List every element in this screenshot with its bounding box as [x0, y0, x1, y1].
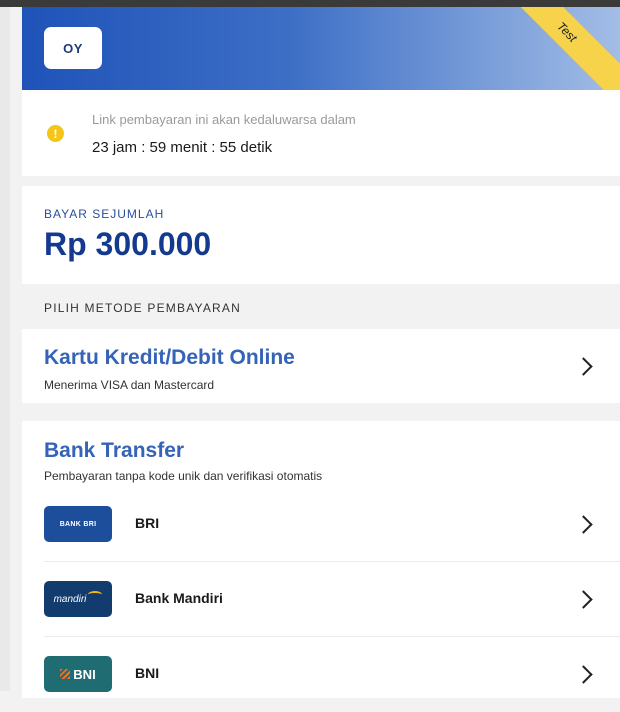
row-divider: [44, 636, 620, 637]
expiry-label: Link pembayaran ini akan kedaluwarsa dal…: [92, 112, 356, 127]
bri-logo: BANK BRI: [44, 506, 112, 542]
amount-value: Rp 300.000: [44, 226, 212, 262]
bank-name: Bank Mandiri: [135, 590, 223, 606]
expiry-countdown: 23 jam : 59 menit : 55 detik: [92, 139, 272, 156]
bank-option-bri[interactable]: BANK BRI BRI: [22, 488, 620, 562]
chevron-right-icon: [574, 590, 593, 609]
window-top-bar: [0, 0, 620, 7]
bri-logo-text: BANK BRI: [59, 520, 97, 528]
card-option-title: Kartu Kredit/Debit Online: [44, 346, 295, 369]
mandiri-wave-icon: [88, 590, 103, 598]
countdown-text: 23 jam : 59 menit : 55 detik: [92, 139, 273, 156]
bank-name: BRI: [135, 515, 160, 531]
payment-method-title: PILIH METODE PEMBAYARAN: [44, 301, 241, 315]
mandiri-logo-text: mandiri: [53, 593, 87, 605]
payment-page: OY Test ! Link pembayaran ini akan kedal…: [22, 7, 620, 698]
amount-card: BAYAR SEJUMLAH Rp 300.000: [22, 186, 620, 284]
bni-logo: BNI: [44, 656, 112, 692]
bank-transfer-subtitle: Pembayaran tanpa kode unik dan verifikas…: [44, 469, 323, 483]
test-ribbon: Test: [475, 7, 620, 90]
left-gutter: [0, 7, 10, 691]
bank-transfer-title: Bank Transfer: [44, 439, 185, 462]
chevron-right-icon: [574, 357, 593, 376]
bank-option-mandiri[interactable]: mandiri Bank Mandiri: [22, 563, 620, 637]
test-ribbon-label: Test: [554, 19, 580, 45]
header-banner: OY Test: [22, 7, 620, 90]
bni-mark-icon: [60, 669, 71, 679]
bank-option-bni[interactable]: BNI BNI: [22, 638, 620, 712]
mandiri-logo: mandiri: [44, 581, 112, 617]
card-option-subtitle: Menerima VISA dan Mastercard: [44, 378, 215, 392]
bank-transfer-section: Bank Transfer Pembayaran tanpa kode unik…: [22, 421, 620, 698]
merchant-logo: OY: [44, 27, 102, 69]
bank-name: BNI: [135, 665, 160, 681]
warning-icon: !: [47, 125, 64, 142]
expiry-notice: ! Link pembayaran ini akan kedaluwarsa d…: [22, 90, 620, 176]
card-payment-option[interactable]: Kartu Kredit/Debit Online Menerima VISA …: [22, 329, 620, 403]
chevron-right-icon: [574, 515, 593, 534]
bni-logo-text: BNI: [73, 666, 96, 682]
amount-label: BAYAR SEJUMLAH: [44, 207, 165, 221]
chevron-right-icon: [574, 665, 593, 684]
row-divider: [44, 561, 620, 562]
